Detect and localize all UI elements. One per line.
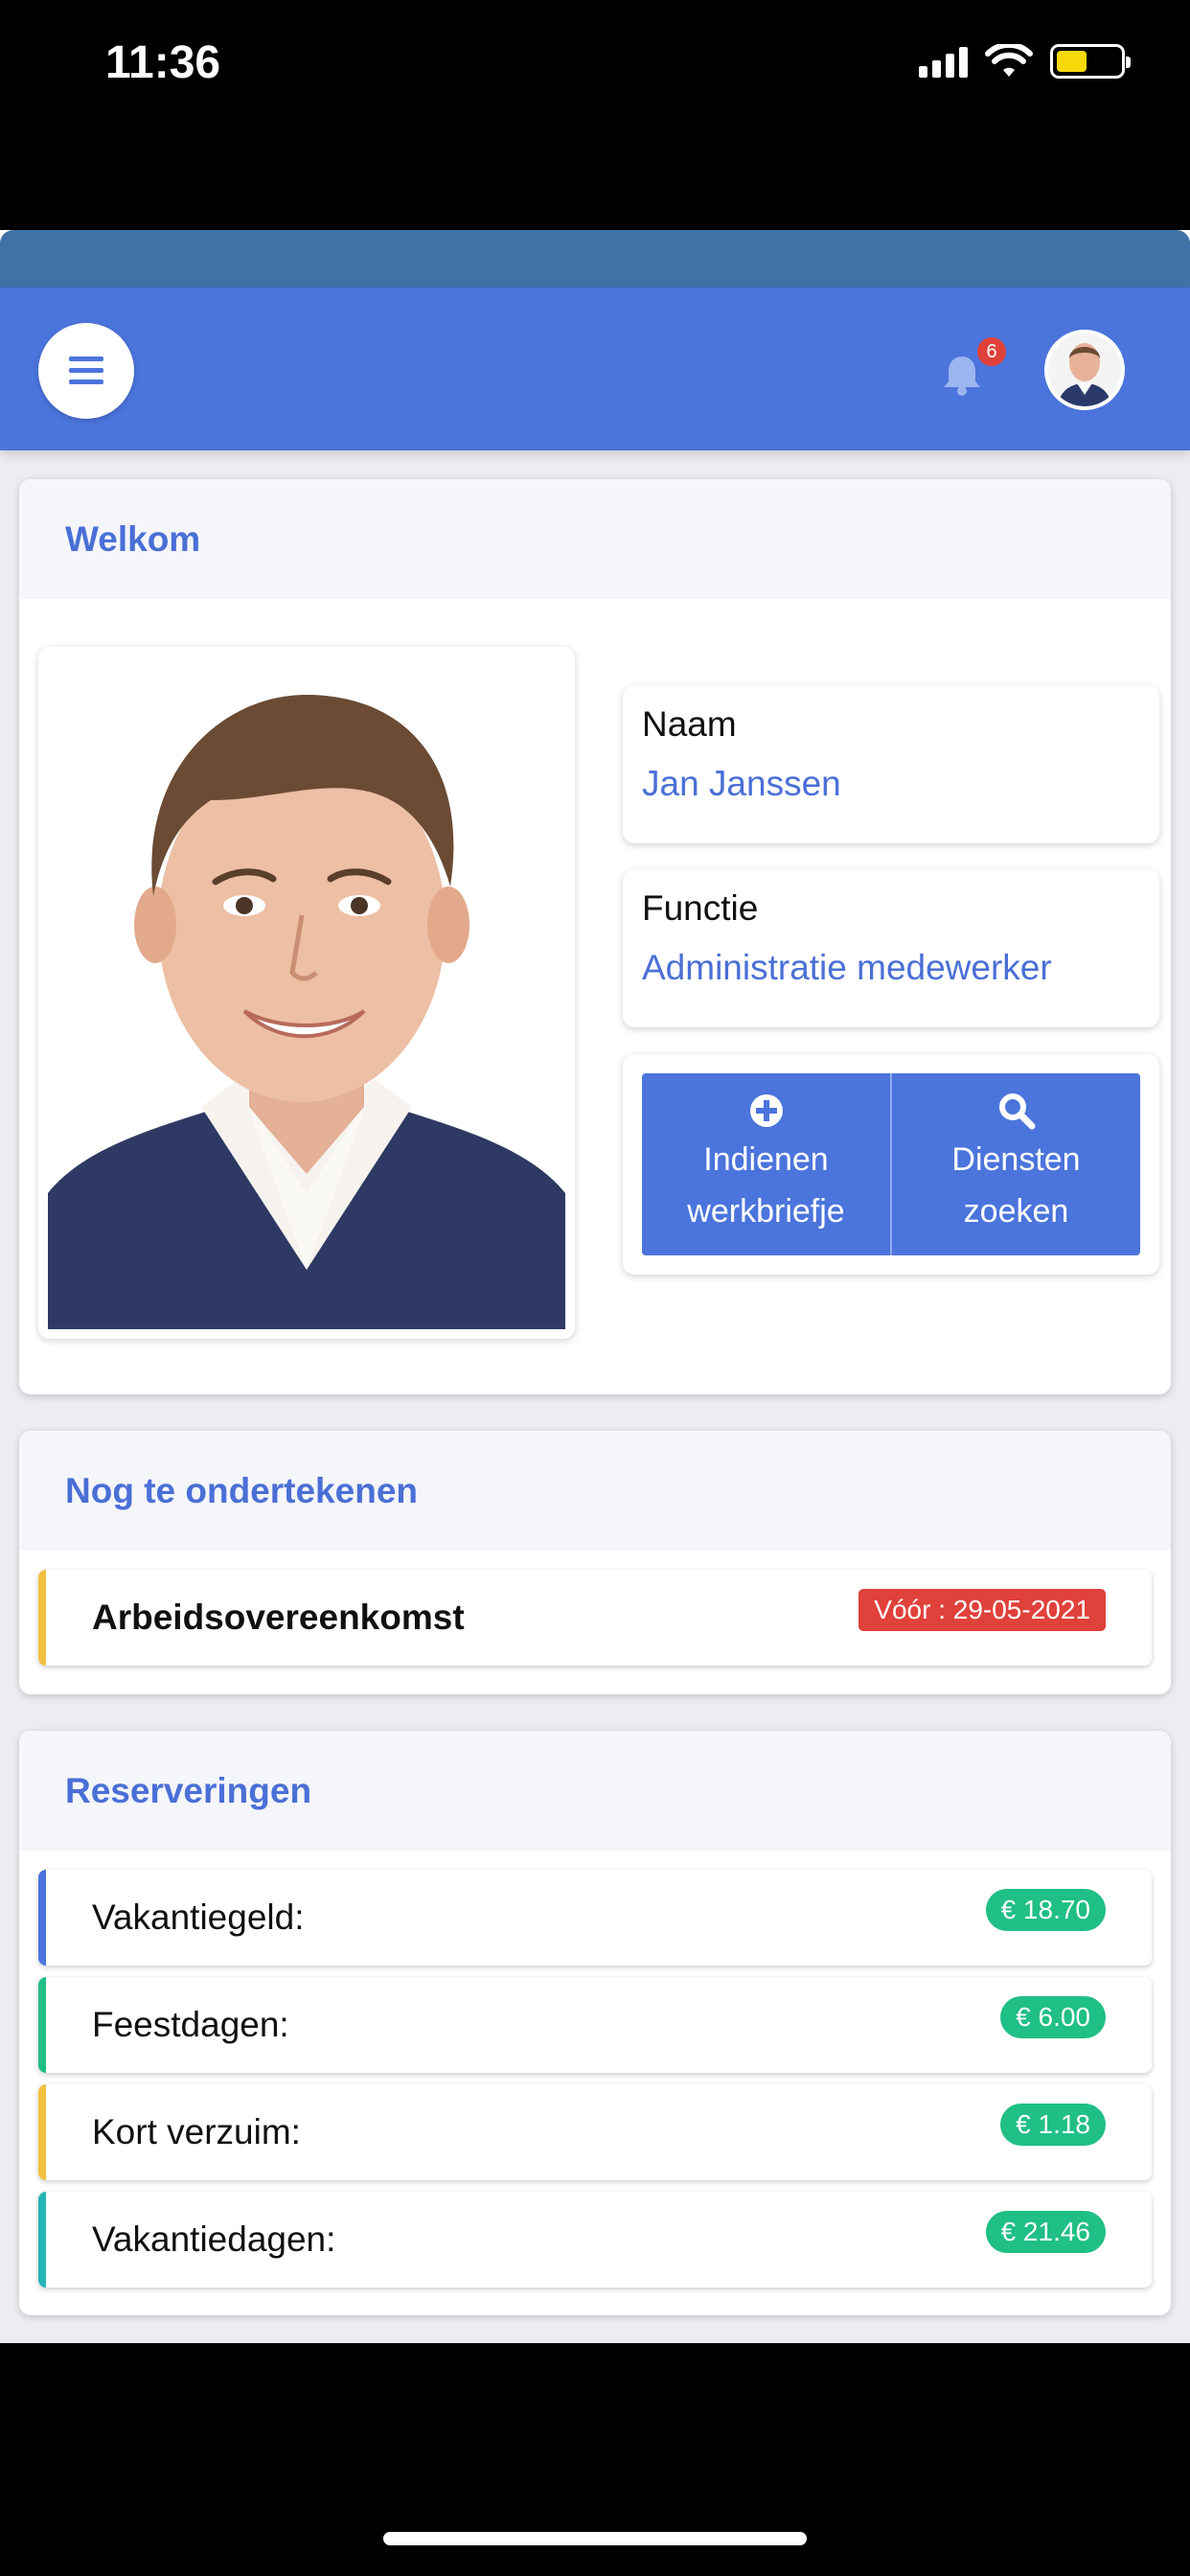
reservation-label: Feestdagen: bbox=[92, 2005, 289, 2044]
amount-badge: € 18.70 bbox=[985, 1889, 1106, 1931]
name-value: Jan Janssen bbox=[642, 764, 841, 803]
signal-icon bbox=[919, 45, 968, 78]
name-box: Naam Jan Janssen bbox=[623, 685, 1159, 843]
search-services-label-line2: zoeken bbox=[963, 1193, 1069, 1230]
profile-photo bbox=[38, 647, 575, 1339]
deadline-badge: Vóór : 29-05-2021 bbox=[858, 1589, 1106, 1631]
reservation-label: Kort verzuim: bbox=[92, 2112, 301, 2151]
welcome-title: Welkom bbox=[19, 479, 1171, 599]
function-value: Administratie medewerker bbox=[642, 948, 1052, 987]
to-sign-title: Nog te ondertekenen bbox=[19, 1431, 1171, 1551]
navbar: 6 bbox=[0, 288, 1190, 450]
welcome-card: Welkom Naam Jan Janssen Functie Administ… bbox=[19, 479, 1171, 1394]
document-label: Arbeidsovereenkomst bbox=[92, 1598, 465, 1637]
reservations-card: Reserveringen Vakantiegeld: € 18.70 Fees… bbox=[19, 1731, 1171, 2315]
plus-circle-icon bbox=[749, 1094, 783, 1127]
wifi-icon bbox=[985, 44, 1033, 77]
search-services-label-line1: Diensten bbox=[951, 1141, 1081, 1178]
amount-badge: € 21.46 bbox=[985, 2211, 1106, 2253]
list-item[interactable]: Kort verzuim: € 1.18 bbox=[38, 2084, 1152, 2180]
menu-button[interactable] bbox=[38, 323, 134, 419]
profile-photo-image bbox=[48, 656, 565, 1329]
function-label: Functie bbox=[642, 888, 759, 928]
hamburger-icon bbox=[69, 356, 103, 384]
submit-timesheet-button[interactable]: Indienen werkbriefje bbox=[642, 1073, 892, 1255]
avatar[interactable] bbox=[1044, 330, 1125, 410]
submit-timesheet-label-line2: werkbriefje bbox=[687, 1193, 845, 1230]
list-item[interactable]: Arbeidsovereenkomst Vóór : 29-05-2021 bbox=[38, 1570, 1152, 1666]
bell-icon bbox=[944, 356, 980, 396]
avatar-image bbox=[1048, 334, 1121, 406]
status-time: 11:36 bbox=[105, 37, 221, 88]
app-window: 6 Welkom Naam Jan Janssen Functie Admini… bbox=[0, 230, 1190, 2343]
list-item[interactable]: Vakantiedagen: € 21.46 bbox=[38, 2192, 1152, 2288]
list-item[interactable]: Vakantiegeld: € 18.70 bbox=[38, 1870, 1152, 1966]
submit-timesheet-label-line1: Indienen bbox=[703, 1141, 829, 1178]
list-item[interactable]: Feestdagen: € 6.00 bbox=[38, 1977, 1152, 2073]
search-icon bbox=[998, 1093, 1035, 1130]
actions-box: Indienen werkbriefje Diensten zoeken bbox=[623, 1054, 1159, 1275]
notification-badge: 6 bbox=[977, 337, 1006, 366]
reservation-label: Vakantiegeld: bbox=[92, 1898, 305, 1937]
app-top-strip bbox=[0, 230, 1190, 288]
notifications-button[interactable]: 6 bbox=[941, 337, 1006, 401]
battery-icon bbox=[1050, 44, 1131, 79]
name-label: Naam bbox=[642, 704, 737, 744]
reservations-title: Reserveringen bbox=[19, 1731, 1171, 1851]
home-indicator[interactable] bbox=[383, 2532, 807, 2545]
amount-badge: € 1.18 bbox=[1000, 2104, 1106, 2146]
function-box: Functie Administratie medewerker bbox=[623, 869, 1159, 1027]
page-content: Welkom Naam Jan Janssen Functie Administ… bbox=[0, 450, 1190, 2343]
to-sign-card: Nog te ondertekenen Arbeidsovereenkomst … bbox=[19, 1431, 1171, 1694]
search-services-button[interactable]: Diensten zoeken bbox=[892, 1073, 1140, 1255]
status-icons bbox=[919, 42, 1131, 80]
status-bar: 11:36 bbox=[0, 0, 1190, 134]
reservation-label: Vakantiedagen: bbox=[92, 2220, 336, 2259]
amount-badge: € 6.00 bbox=[1000, 1996, 1106, 2038]
